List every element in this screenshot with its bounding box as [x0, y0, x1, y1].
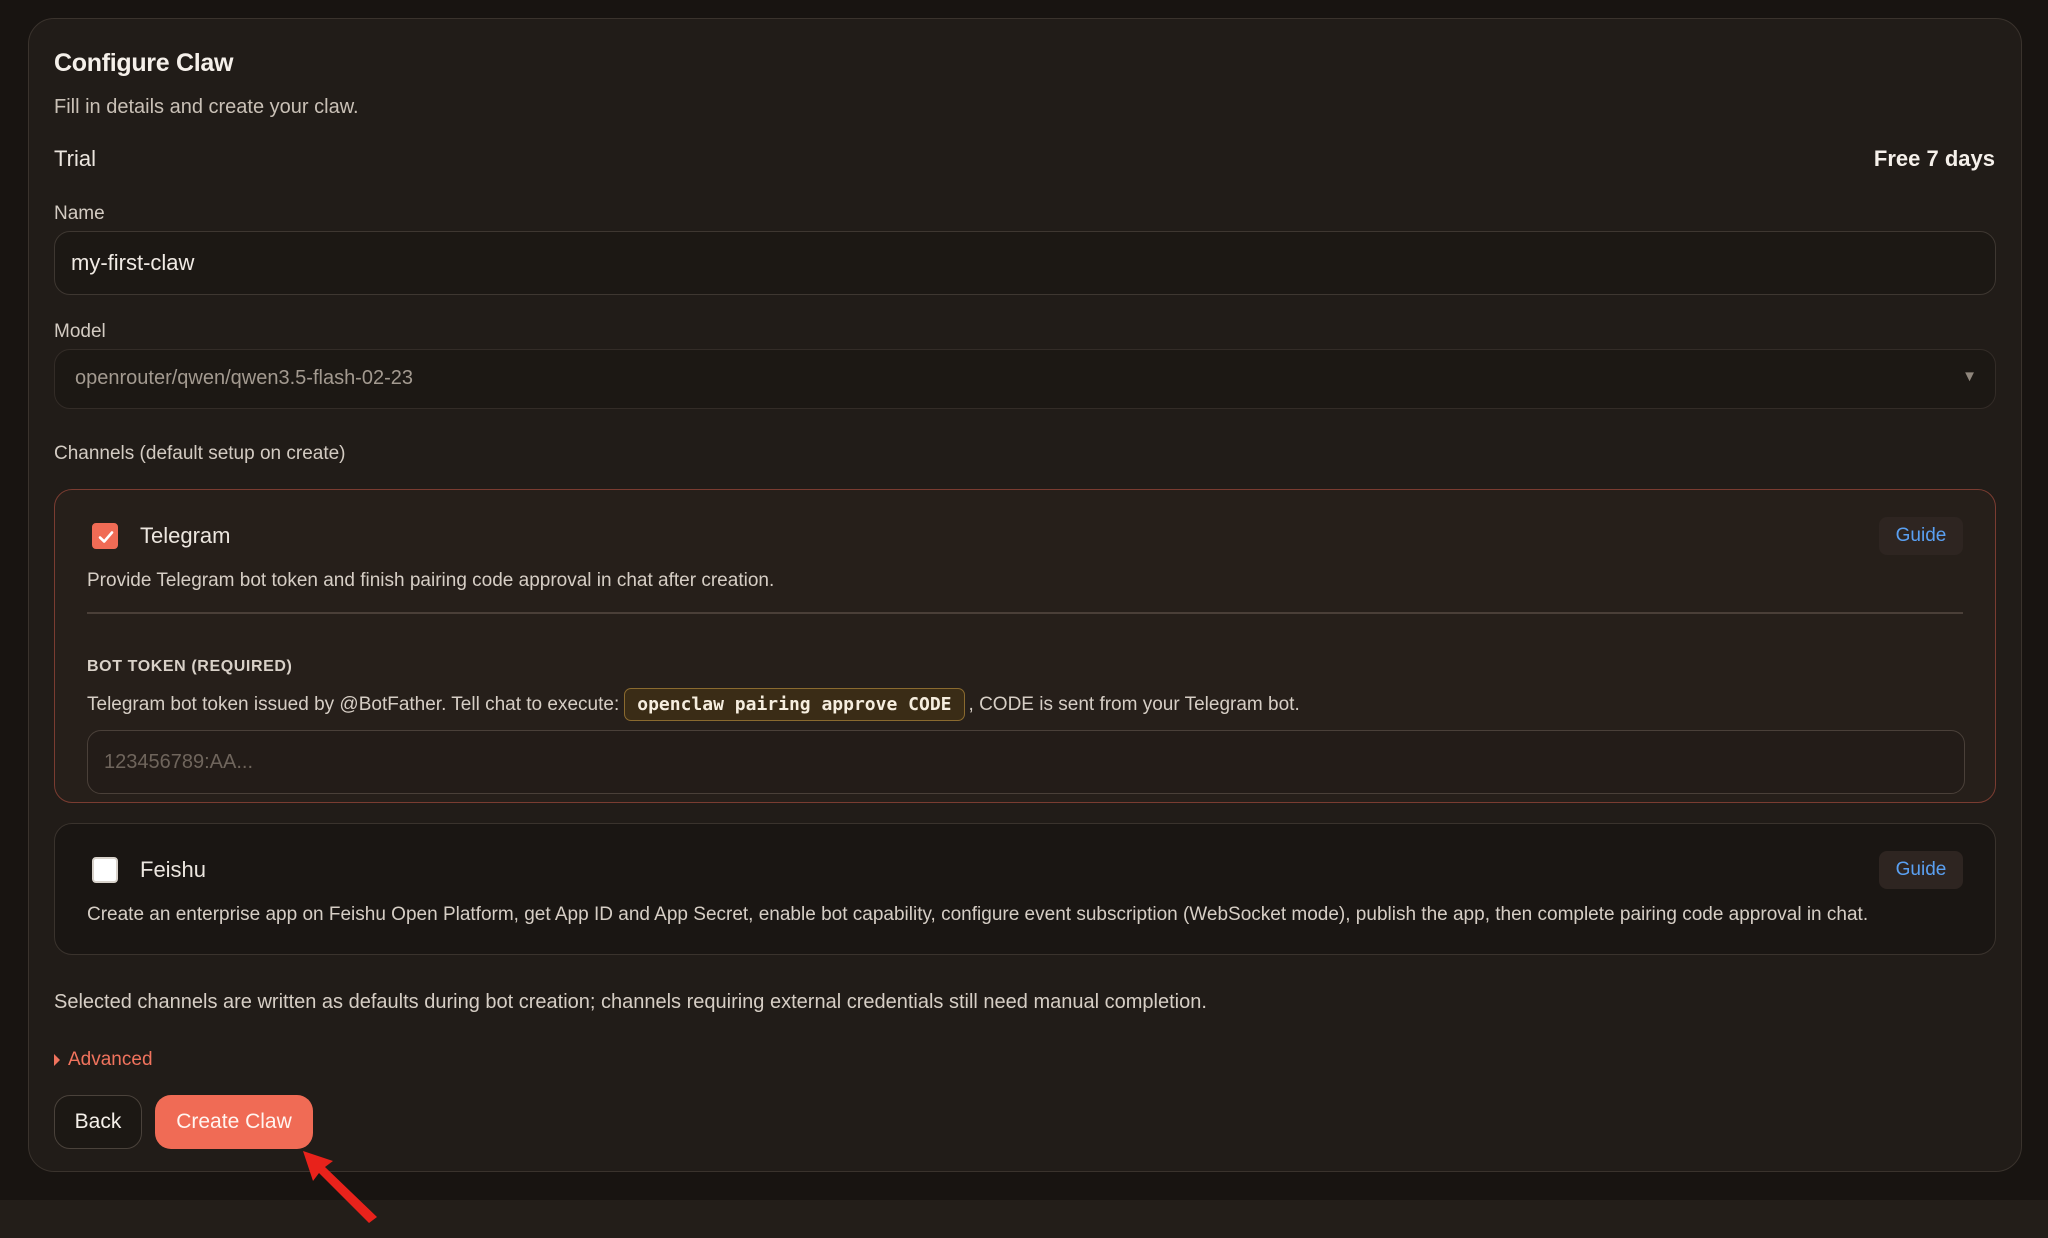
pairing-command-code: openclaw pairing approve CODE — [624, 688, 965, 721]
trial-value: Free 7 days — [1873, 146, 1995, 171]
telegram-divider — [87, 612, 1963, 614]
caret-down-icon: ▼ — [1962, 368, 1977, 385]
name-label: Name — [54, 203, 105, 224]
model-label: Model — [54, 321, 106, 342]
model-select[interactable]: openrouter/qwen/qwen3.5-flash-02-23 ▼ — [54, 349, 1996, 409]
bot-token-help-text: Telegram bot token issued by @BotFather.… — [87, 693, 620, 715]
bot-token-heading: BOT TOKEN (REQUIRED) — [87, 658, 293, 675]
advanced-label: Advanced — [68, 1049, 153, 1070]
back-button[interactable]: Back — [54, 1095, 142, 1149]
feishu-guide-button[interactable]: Guide — [1879, 851, 1963, 889]
create-claw-button[interactable]: Create Claw — [155, 1095, 313, 1149]
feishu-channel-name: Feishu — [140, 857, 207, 882]
channel-telegram: Telegram Guide Provide Telegram bot toke… — [54, 489, 1996, 803]
page-title: Configure Claw — [54, 49, 234, 77]
channel-feishu: Feishu Guide Create an enterprise app on… — [54, 823, 1996, 955]
advanced-toggle[interactable]: Advanced — [54, 1049, 153, 1071]
feishu-description: Create an enterprise app on Feishu Open … — [87, 904, 1869, 925]
model-selected-value: openrouter/qwen/qwen3.5-flash-02-23 — [75, 367, 413, 389]
telegram-guide-button[interactable]: Guide — [1879, 517, 1963, 555]
channels-label: Channels (default setup on create) — [54, 443, 346, 464]
telegram-channel-name: Telegram — [140, 523, 231, 548]
bot-token-input[interactable] — [87, 730, 1965, 794]
caret-right-icon — [54, 1054, 60, 1066]
page-subtitle: Fill in details and create your claw. — [54, 96, 359, 118]
page: Configure Claw Fill in details and creat… — [0, 0, 2048, 1238]
telegram-checkbox[interactable] — [92, 523, 118, 549]
bot-token-help: Telegram bot token issued by @BotFather.… — [87, 688, 1300, 721]
telegram-description: Provide Telegram bot token and finish pa… — [87, 570, 775, 591]
feishu-checkbox[interactable] — [92, 857, 118, 883]
bottom-strip — [0, 1200, 2048, 1238]
trial-label: Trial — [54, 146, 96, 171]
check-icon — [98, 531, 114, 543]
bot-token-help-suffix: , CODE is sent from your Telegram bot. — [968, 693, 1300, 715]
configure-claw-card: Configure Claw Fill in details and creat… — [28, 18, 2022, 1223]
channels-footnote: Selected channels are written as default… — [54, 991, 1207, 1013]
name-input[interactable] — [54, 231, 1996, 295]
